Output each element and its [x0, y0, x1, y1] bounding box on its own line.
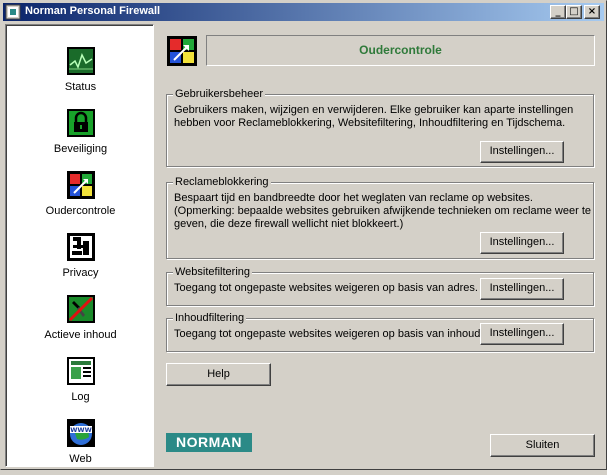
page-title: Oudercontrole — [206, 35, 595, 66]
sidebar-item-label: Log — [71, 391, 90, 403]
sidebar: Status Beveiliging Oudercontrole Privacy… — [5, 24, 154, 467]
sidebar-item-web[interactable]: WWW Web — [6, 417, 155, 475]
sidebar-item-label: Oudercontrole — [45, 205, 116, 217]
section-title: Reclameblokkering — [173, 176, 271, 188]
sidebar-item-privacy[interactable]: Privacy — [6, 231, 155, 289]
help-button[interactable]: Help — [166, 363, 271, 386]
close-button[interactable]: Sluiten — [490, 434, 595, 457]
norman-logo: NORMAN — [166, 433, 252, 452]
websitefiltering-settings-button[interactable]: Instellingen... — [480, 278, 564, 300]
inhoudfiltering-settings-button[interactable]: Instellingen... — [480, 323, 564, 345]
section-description: Gebruikers maken, wijzigen en verwijdere… — [174, 104, 574, 129]
window-title: Norman Personal Firewall — [25, 5, 161, 17]
sidebar-item-beveiliging[interactable]: Beveiliging — [6, 107, 155, 165]
www-globe-icon: WWW — [67, 419, 95, 447]
sidebar-item-label: Status — [64, 81, 97, 93]
minimize-button[interactable]: _ — [550, 5, 566, 19]
sidebar-item-label: Beveiliging — [53, 143, 108, 155]
maximize-button[interactable]: □ — [566, 5, 582, 19]
sidebar-item-actieve-inhoud[interactable]: Actieve inhoud — [6, 293, 155, 351]
title-bar[interactable]: Norman Personal Firewall _ □ × — [3, 3, 604, 21]
sidebar-item-label: Actieve inhoud — [44, 329, 117, 341]
sidebar-item-label: Web — [69, 453, 92, 465]
active-content-icon — [67, 295, 95, 323]
close-window-button[interactable]: × — [584, 5, 600, 19]
parental-control-icon — [67, 171, 95, 199]
sidebar-item-oudercontrole[interactable]: Oudercontrole — [6, 169, 155, 227]
section-inhoudfiltering: Inhoudfiltering Toegang tot ongepaste we… — [166, 312, 594, 352]
firewall-window: Norman Personal Firewall _ □ × Status Be… — [0, 0, 607, 470]
sidebar-item-status[interactable]: Status — [6, 45, 155, 103]
section-description: Toegang tot ongepaste websites weigeren … — [174, 282, 478, 294]
padlock-icon — [67, 109, 95, 137]
sidebar-item-label: Privacy — [62, 267, 99, 279]
section-description: Bespaart tijd en bandbreedte door het we… — [174, 192, 592, 230]
gebruikersbeheer-settings-button[interactable]: Instellingen... — [480, 141, 564, 163]
section-reclameblokkering: Reclameblokkering Bespaart tijd en bandb… — [166, 176, 594, 259]
section-title: Inhoudfiltering — [173, 312, 247, 324]
status-chart-icon — [67, 47, 95, 75]
reclameblokkering-settings-button[interactable]: Instellingen... — [480, 232, 564, 254]
section-title: Gebruikersbeheer — [173, 88, 266, 100]
log-icon — [67, 357, 95, 385]
app-icon — [5, 4, 21, 20]
svg-text:WWW: WWW — [70, 426, 92, 434]
section-title: Websitefiltering — [173, 266, 252, 278]
section-gebruikersbeheer: Gebruikersbeheer Gebruikers maken, wijzi… — [166, 88, 594, 167]
section-description: Toegang tot ongepaste websites weigeren … — [174, 328, 484, 340]
privacy-icon — [67, 233, 95, 261]
parental-control-header-icon — [167, 36, 197, 66]
sidebar-item-log[interactable]: Log — [6, 355, 155, 413]
section-websitefiltering: Websitefiltering Toegang tot ongepaste w… — [166, 266, 594, 306]
